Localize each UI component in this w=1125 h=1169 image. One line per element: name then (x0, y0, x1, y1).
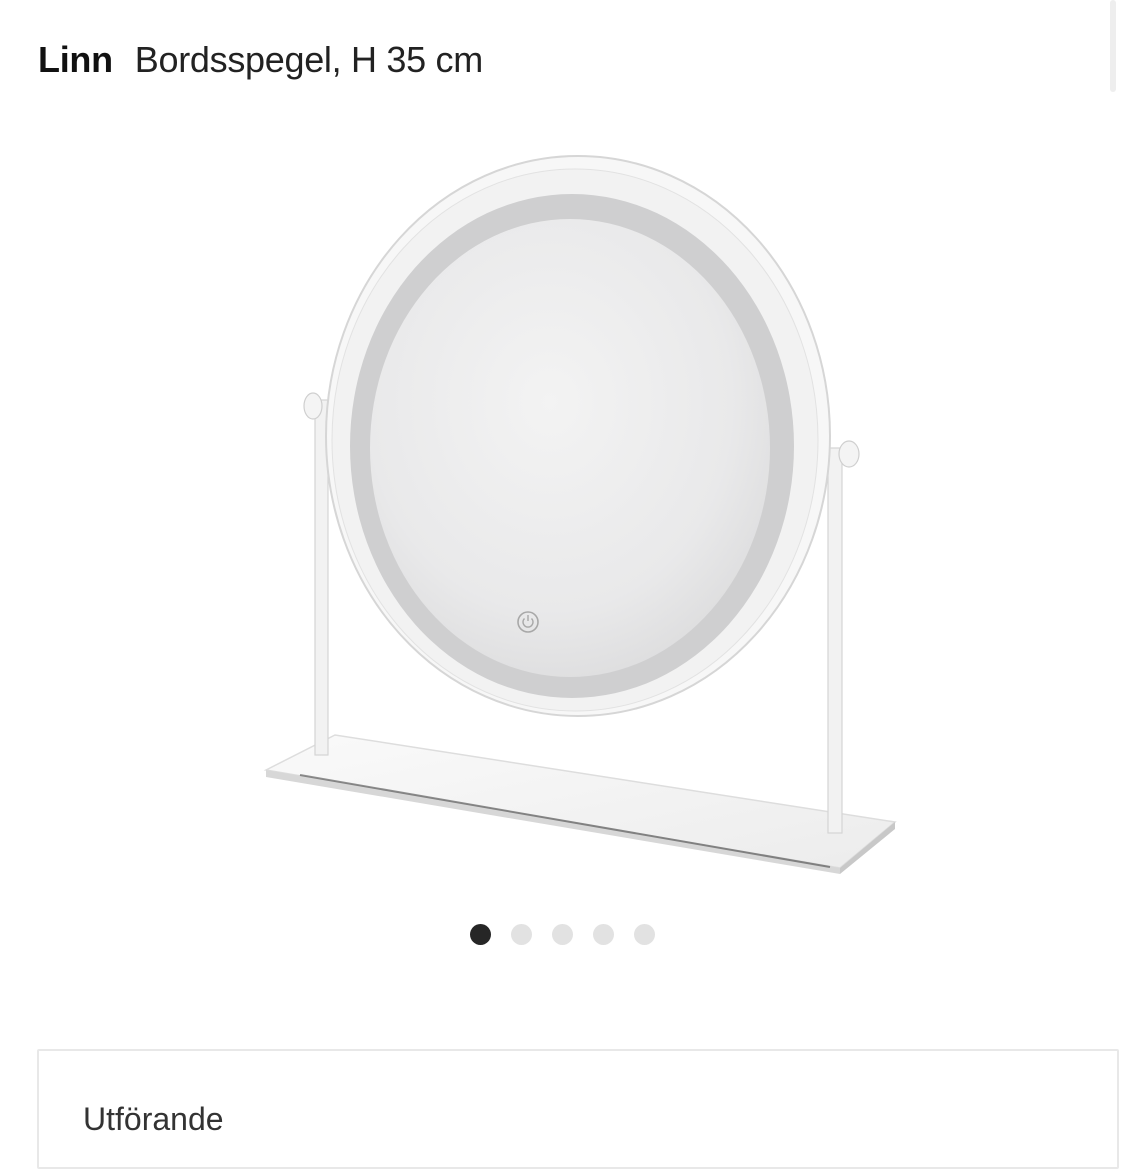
pager-dot-1[interactable] (470, 924, 491, 945)
product-title: Linn Bordsspegel, H 35 cm (38, 36, 483, 84)
left-post (303, 392, 329, 756)
scroll-indicator[interactable] (1110, 0, 1116, 92)
pager-dot-3[interactable] (552, 924, 573, 945)
mirror-base (263, 734, 897, 874)
right-post (827, 440, 860, 834)
brand-name: Linn (38, 39, 113, 80)
mirror-frame (325, 155, 831, 717)
product-image-gallery[interactable] (0, 110, 1125, 910)
pager-dot-4[interactable] (593, 924, 614, 945)
pager-dot-5[interactable] (634, 924, 655, 945)
variant-selector[interactable]: Utförande (37, 1049, 1119, 1169)
pager-dot-2[interactable] (511, 924, 532, 945)
product-name: Bordsspegel, H 35 cm (134, 39, 483, 80)
variant-label: Utförande (83, 1101, 224, 1137)
image-pager (0, 924, 1125, 946)
product-image[interactable] (0, 110, 1125, 910)
